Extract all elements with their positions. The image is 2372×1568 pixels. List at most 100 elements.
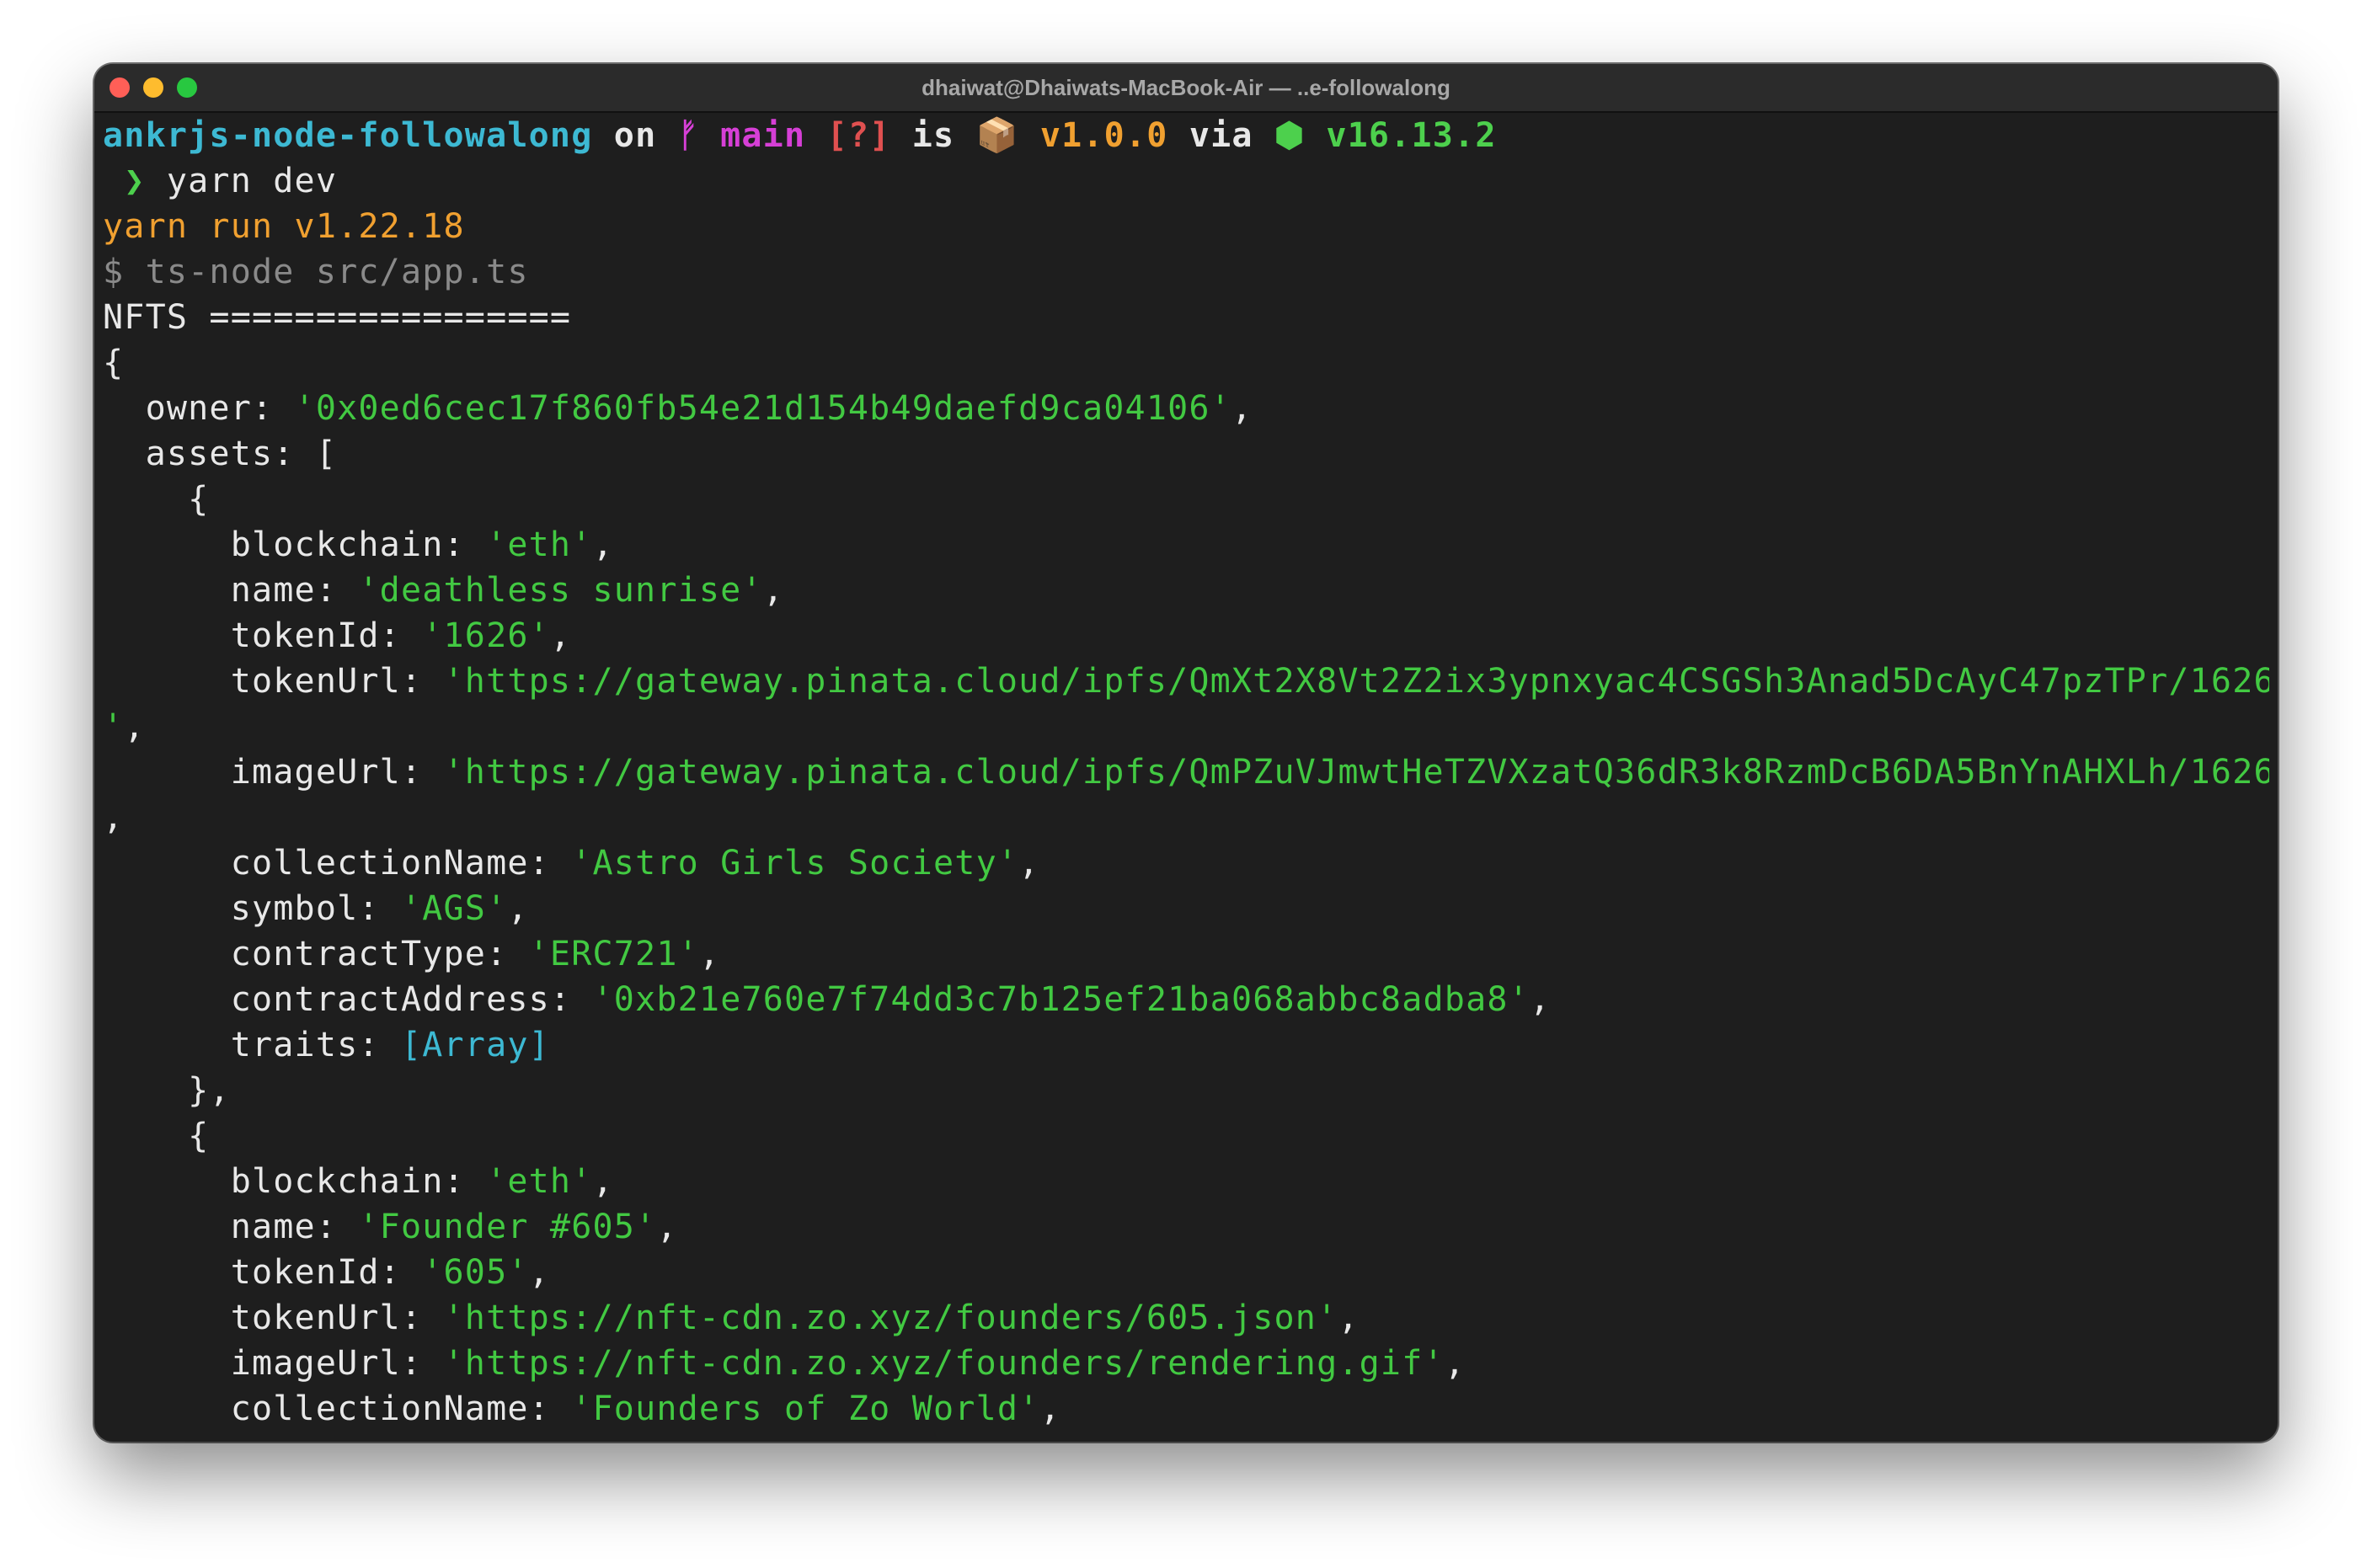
output-line: },: [103, 1068, 2269, 1113]
text-token: ,: [1039, 1389, 1061, 1428]
text-token: [Array]: [400, 1026, 550, 1064]
text-token: ,: [549, 616, 572, 655]
text-token: ⬢ v16.13.2: [1274, 116, 1497, 155]
text-token: 'https://nft-cdn.zo.xyz/founders/605.jso…: [443, 1299, 1338, 1337]
text-token: 'Founder #605': [358, 1208, 657, 1246]
output-line: owner: '0x0ed6cec17f860fb54e21d154b49dae…: [103, 386, 2269, 431]
output-line: ,: [103, 795, 2269, 840]
text-token: {: [103, 1117, 210, 1155]
output-line: assets: [: [103, 431, 2269, 477]
text-token: 'ERC721': [528, 935, 699, 973]
text-token: ,: [762, 571, 785, 610]
text-token: },: [103, 1071, 231, 1110]
text-token: 'Astro Girls Society': [571, 844, 1019, 883]
text-token: ,: [124, 707, 146, 746]
text-token: name:: [103, 1208, 359, 1246]
text-token: 'https://gateway.pinata.cloud/ipfs/QmPZu…: [443, 753, 2269, 792]
text-token: $ ts-node src/app.ts: [103, 253, 529, 291]
output-line: {: [103, 477, 2269, 522]
text-token: ,: [592, 525, 614, 564]
text-token: 'https://gateway.pinata.cloud/ipfs/QmXt2…: [443, 662, 2269, 701]
text-token: contractAddress:: [103, 980, 593, 1019]
text-token: blockchain:: [103, 1162, 487, 1201]
text-token: ,: [507, 889, 529, 928]
terminal-output[interactable]: ankrjs-node-followalong on ᚠ main [?] is…: [103, 113, 2269, 1442]
command-line: ❯ yarn dev: [103, 158, 2269, 204]
text-token: yarn run v1.22.18: [103, 207, 465, 246]
text-token: contractType:: [103, 935, 529, 973]
output-line: name: 'deathless sunrise',: [103, 568, 2269, 613]
text-token: '0x0ed6cec17f860fb54e21d154b49daefd9ca04…: [294, 389, 1231, 428]
text-token: ,: [1529, 980, 1552, 1019]
output-line: tokenId: '605',: [103, 1250, 2269, 1295]
text-token: is: [890, 116, 976, 155]
output-line: ',: [103, 704, 2269, 749]
text-token: ,: [1444, 1344, 1466, 1383]
text-token: ,: [592, 1162, 614, 1201]
text-token: ,: [698, 935, 721, 973]
text-token: 'Founders of Zo World': [571, 1389, 1040, 1428]
text-token: 'https://nft-cdn.zo.xyz/founders/renderi…: [443, 1344, 1445, 1383]
output-line: symbol: 'AGS',: [103, 886, 2269, 931]
output-line: blockchain: 'eth',: [103, 1159, 2269, 1204]
text-token: ❯: [103, 162, 146, 200]
text-token: assets: [: [103, 435, 338, 473]
text-token: yarn dev: [145, 162, 338, 200]
text-token: on: [592, 116, 678, 155]
text-token: via: [1167, 116, 1274, 155]
output-line: yarn run v1.22.18: [103, 204, 2269, 249]
text-token: 'deathless sunrise': [358, 571, 763, 610]
text-token: ,: [1338, 1299, 1360, 1337]
text-token: ,: [1231, 389, 1253, 428]
text-token: collectionName:: [103, 1389, 572, 1428]
text-token: ᚠ main: [677, 116, 806, 155]
text-token: ,: [1018, 844, 1040, 883]
text-token: {: [103, 344, 125, 382]
text-token: owner:: [103, 389, 295, 428]
text-token: 'AGS': [400, 889, 508, 928]
text-token: '0xb21e760e7f74dd3c7b125ef21ba068abbc8ad…: [592, 980, 1530, 1019]
output-line: tokenId: '1626',: [103, 613, 2269, 659]
output-line: contractAddress: '0xb21e760e7f74dd3c7b12…: [103, 977, 2269, 1022]
output-line: NFTS =================: [103, 295, 2269, 340]
output-line: $ ts-node src/app.ts: [103, 249, 2269, 295]
text-token: [?]: [805, 116, 891, 155]
text-token: ,: [656, 1208, 678, 1246]
output-line: collectionName: 'Founders of Zo World',: [103, 1386, 2269, 1432]
text-token: imageUrl:: [103, 1344, 444, 1383]
text-token: 📦 v1.0.0: [975, 116, 1168, 155]
output-line: imageUrl: 'https://gateway.pinata.cloud/…: [103, 749, 2269, 795]
terminal-window[interactable]: dhaiwat@Dhaiwats-MacBook-Air — ..e-follo…: [94, 64, 2278, 1442]
output-line: imageUrl: 'https://nft-cdn.zo.xyz/founde…: [103, 1341, 2269, 1386]
text-token: tokenUrl:: [103, 1299, 444, 1337]
text-token: ,: [528, 1253, 550, 1292]
output-line: traits: [Array]: [103, 1022, 2269, 1068]
text-token: '1626': [422, 616, 550, 655]
text-token: tokenId:: [103, 616, 423, 655]
title-bar[interactable]: dhaiwat@Dhaiwats-MacBook-Air — ..e-follo…: [94, 64, 2278, 113]
text-token: ': [103, 707, 125, 746]
text-token: NFTS =================: [103, 298, 572, 337]
text-token: tokenId:: [103, 1253, 423, 1292]
output-line: tokenUrl: 'https://nft-cdn.zo.xyz/founde…: [103, 1295, 2269, 1341]
text-token: symbol:: [103, 889, 401, 928]
text-token: imageUrl:: [103, 753, 444, 792]
text-token: 'eth': [486, 1162, 593, 1201]
output-line: contractType: 'ERC721',: [103, 931, 2269, 977]
window-title: dhaiwat@Dhaiwats-MacBook-Air — ..e-follo…: [922, 75, 1450, 100]
text-token: blockchain:: [103, 525, 487, 564]
text-token: name:: [103, 571, 359, 610]
output-line: blockchain: 'eth',: [103, 522, 2269, 568]
output-line: {: [103, 1113, 2269, 1159]
output-line: collectionName: 'Astro Girls Society',: [103, 840, 2269, 886]
output-line: name: 'Founder #605',: [103, 1204, 2269, 1250]
shell-prompt: ankrjs-node-followalong on ᚠ main [?] is…: [103, 113, 2269, 158]
text-token: ,: [103, 798, 125, 837]
output-line: tokenUrl: 'https://gateway.pinata.cloud/…: [103, 659, 2269, 704]
output-line: {: [103, 340, 2269, 386]
text-token: 'eth': [486, 525, 593, 564]
text-token: collectionName:: [103, 844, 572, 883]
text-token: {: [103, 480, 210, 519]
text-token: tokenUrl:: [103, 662, 444, 701]
text-token: ankrjs-node-followalong: [103, 116, 593, 155]
